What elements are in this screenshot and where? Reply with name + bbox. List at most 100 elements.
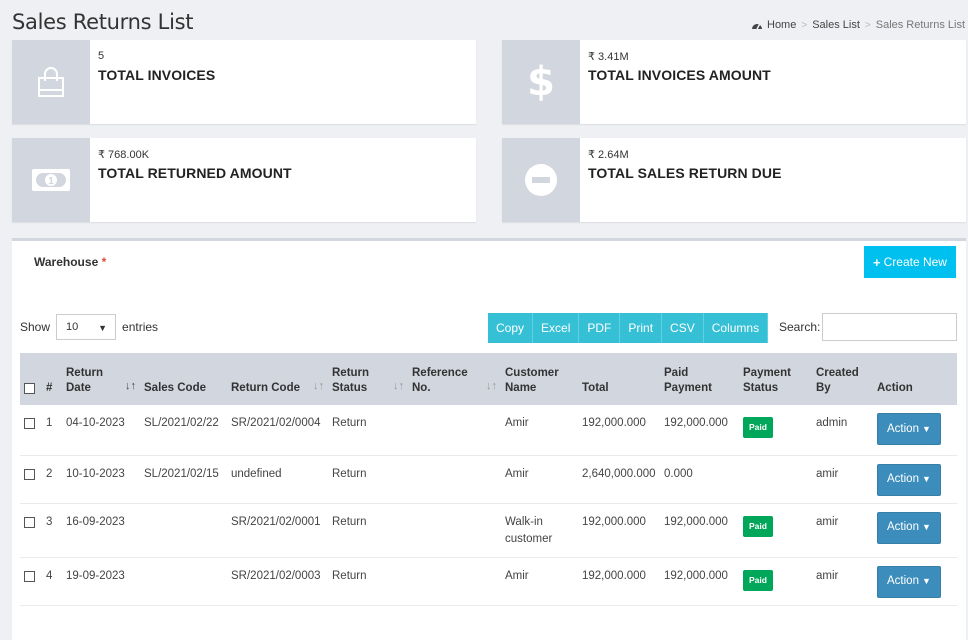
cell-sales-code <box>140 557 227 605</box>
col-return-status[interactable]: Return Status ↓↑ <box>328 353 408 405</box>
cell-action: Action ▼ <box>873 557 957 605</box>
stat-value: ₹ 2.64M <box>588 149 629 161</box>
cell-date: 16-09-2023 <box>66 515 125 528</box>
export-button-group: Copy Excel PDF Print CSV Columns <box>488 313 769 343</box>
table-row: 2 10-10-2023 SL/2021/02/15 undefined Ret… <box>20 455 957 503</box>
cell-date: 04-10-2023 <box>66 417 125 429</box>
col-customer-name[interactable]: Customer Name <box>501 353 578 405</box>
cell-return-code: SR/2021/02/0004 <box>231 417 321 429</box>
cell-paid: 0.000 <box>664 467 693 480</box>
col-reference-no[interactable]: Reference No. ↓↑ <box>408 353 501 405</box>
cell-paid: 192,000.000 <box>664 417 728 429</box>
cell-action: Action ▼ <box>873 405 957 455</box>
col-num[interactable]: # <box>42 353 62 405</box>
page-title: Sales Returns List <box>12 10 194 34</box>
select-all-checkbox[interactable] <box>24 383 35 395</box>
caret-down-icon: ▼ <box>921 522 931 532</box>
row-checkbox[interactable] <box>24 516 35 528</box>
cell-sales-code <box>140 503 227 557</box>
cell-action: Action ▼ <box>873 455 957 503</box>
search-label: Search: <box>779 320 821 334</box>
print-button[interactable]: Print <box>620 313 663 343</box>
entries-select[interactable]: 10 ▼ <box>56 314 117 340</box>
excel-button[interactable]: Excel <box>533 313 580 343</box>
cell-payment-status <box>739 455 812 503</box>
stat-label: TOTAL RETURNED AMOUNT <box>98 165 292 181</box>
breadcrumb-home[interactable]: Home <box>767 19 796 31</box>
shopping-bag-icon <box>12 40 90 124</box>
cell-num: 2 <box>46 467 53 480</box>
cell-num: 1 <box>46 417 53 429</box>
col-total[interactable]: Total <box>578 353 660 405</box>
cell-sales-code: SL/2021/02/15 <box>144 467 219 480</box>
entries-label: entries <box>122 320 159 334</box>
stat-label: TOTAL INVOICES AMOUNT <box>588 67 771 83</box>
col-sales-code[interactable]: Sales Code <box>140 353 227 405</box>
page-header: Sales Returns List Home > Sales List > S… <box>0 0 968 40</box>
cell-num: 4 <box>46 569 53 582</box>
row-checkbox[interactable] <box>24 418 35 430</box>
cell-customer: Amir <box>505 417 529 429</box>
stat-total-invoices: 5 TOTAL INVOICES <box>12 40 476 124</box>
columns-button[interactable]: Columns <box>703 313 769 343</box>
stat-label: TOTAL INVOICES <box>98 67 216 83</box>
cell-total: 2,640,000.000 <box>582 467 656 480</box>
required-mark: * <box>101 255 107 269</box>
action-dropdown-button[interactable]: Action ▼ <box>877 511 941 544</box>
col-return-code[interactable]: Return Code ↓↑ <box>227 353 328 405</box>
dashboard-icon <box>752 24 762 30</box>
cell-payment-status: Paid <box>739 557 812 605</box>
row-checkbox[interactable] <box>24 570 35 582</box>
cell-total: 192,000.000 <box>582 515 646 528</box>
cell-reference <box>408 503 501 557</box>
cell-num: 3 <box>46 515 53 528</box>
stat-total-invoices-amount: $ ₹ 3.41M TOTAL INVOICES AMOUNT <box>502 40 966 124</box>
stat-total-sales-return-due: ₹ 2.64M TOTAL SALES RETURN DUE <box>502 138 966 222</box>
action-dropdown-button[interactable]: Action ▼ <box>877 463 941 496</box>
pdf-button[interactable]: PDF <box>579 313 621 343</box>
dollar-icon: $ <box>502 40 580 124</box>
create-new-button[interactable]: + Create New <box>864 246 956 278</box>
cell-action: Action ▼ <box>873 503 957 557</box>
cell-reference <box>408 557 501 605</box>
svg-text:1: 1 <box>48 176 54 187</box>
cell-customer: Amir <box>505 569 529 582</box>
search-input[interactable] <box>822 313 957 341</box>
caret-down-icon: ▼ <box>921 576 931 586</box>
stat-total-returned-amount: 1 ₹ 768.00K TOTAL RETURNED AMOUNT <box>12 138 476 222</box>
cell-payment-status: Paid <box>739 405 812 455</box>
cell-paid: 192,000.000 <box>664 515 728 528</box>
caret-down-icon: ▼ <box>921 474 931 484</box>
cell-status: Return <box>332 417 367 429</box>
cell-status: Return <box>332 569 367 582</box>
page-length-control: Show 10 ▼ entries <box>20 314 158 340</box>
row-checkbox[interactable] <box>24 468 35 480</box>
sales-returns-table: # Return Date ↓↑ Sales Code Return Code ↓↑ … <box>20 353 957 606</box>
paid-badge: Paid <box>743 417 773 438</box>
warehouse-label: Warehouse * <box>34 255 107 269</box>
cell-return-code: undefined <box>231 467 282 480</box>
cell-total: 192,000.000 <box>582 569 646 582</box>
paid-badge: Paid <box>743 515 773 537</box>
cell-date: 10-10-2023 <box>66 467 125 480</box>
copy-button[interactable]: Copy <box>488 313 534 343</box>
action-dropdown-button[interactable]: Action ▼ <box>877 413 941 445</box>
cell-status: Return <box>332 467 367 480</box>
cell-sales-code: SL/2021/02/22 <box>144 417 219 429</box>
csv-button[interactable]: CSV <box>662 313 704 343</box>
col-return-date[interactable]: Return Date ↓↑ <box>62 353 140 405</box>
stat-label: TOTAL SALES RETURN DUE <box>588 165 782 181</box>
col-paid-payment[interactable]: Paid Payment <box>660 353 739 405</box>
col-payment-status[interactable]: Payment Status <box>739 353 812 405</box>
breadcrumb-current: Sales Returns List <box>875 19 965 31</box>
sort-asc-icon: ↓↑ <box>125 380 136 392</box>
col-created-by[interactable]: Created By <box>812 353 873 405</box>
minus-circle-icon <box>502 138 580 222</box>
sales-returns-panel: Warehouse * + Create New Show 10 ▼ entri… <box>12 238 966 640</box>
cell-created-by: amir <box>816 467 839 480</box>
breadcrumb-parent[interactable]: Sales List <box>812 19 860 31</box>
stat-value: ₹ 768.00K <box>98 149 150 161</box>
col-action: Action <box>877 382 913 394</box>
action-dropdown-button[interactable]: Action ▼ <box>877 565 941 598</box>
chevron-down-icon: ▼ <box>98 323 108 333</box>
